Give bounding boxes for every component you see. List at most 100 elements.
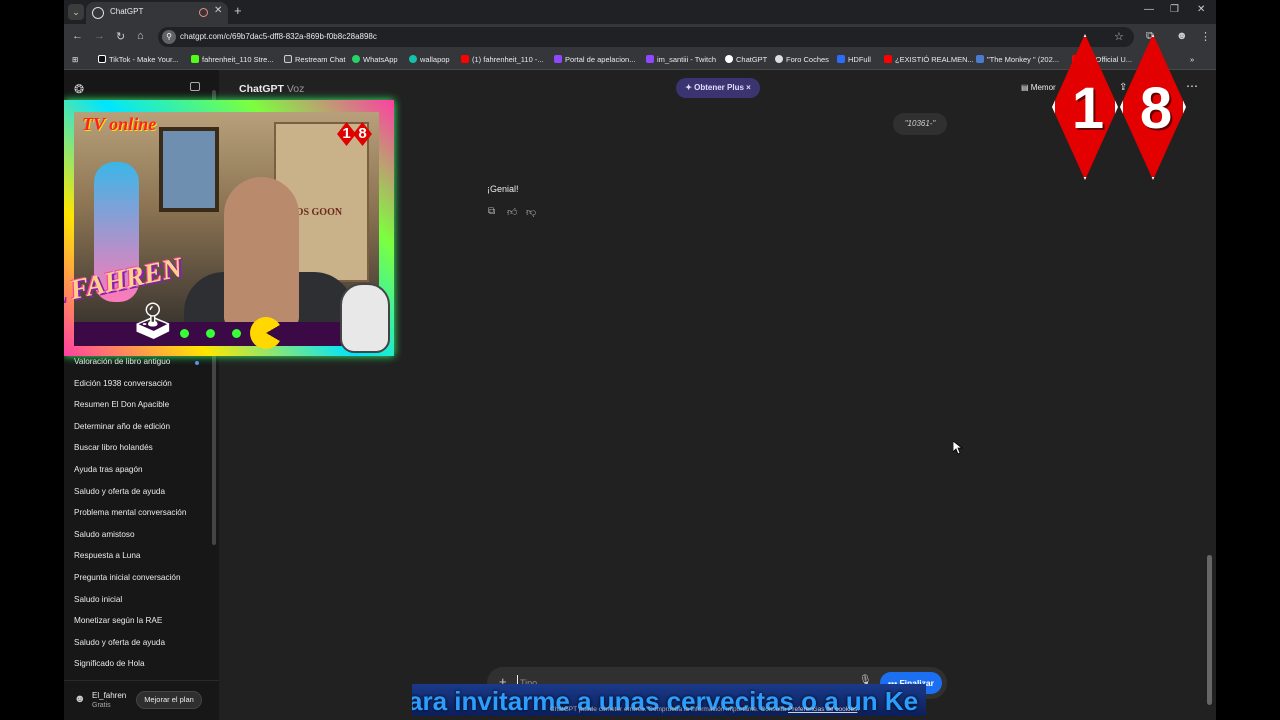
bookmark-favicon-icon <box>409 55 417 63</box>
thumbs-down-icon[interactable]: 👎︎ <box>526 206 536 218</box>
browser-window: ⌄ ChatGPT ✕ + — ❐ ✕ ← → ↻ ⌂ ⚲ chatgpt.co… <box>64 0 1216 720</box>
sidebar-history-item[interactable]: Edición 1938 conversación <box>74 379 172 388</box>
bookmark-favicon-icon <box>98 55 106 63</box>
sidebar-history-item[interactable]: Problema mental conversación <box>74 508 186 517</box>
thumbs-up-icon[interactable]: 👍︎ <box>507 206 517 218</box>
sidebar-history-item[interactable]: Buscar libro holandés <box>74 443 153 452</box>
model-mode: Voz <box>286 83 305 95</box>
bookmark-item[interactable]: im_santiii - Twitch <box>646 55 716 64</box>
recording-icon <box>199 8 208 17</box>
sidebar-history-item[interactable]: Resumen El Don Apacible <box>74 400 169 409</box>
sidebar-toggle-icon[interactable] <box>190 82 200 91</box>
bookmark-favicon-icon <box>284 55 292 63</box>
bookmark-item[interactable]: HDFull <box>837 55 871 64</box>
disclaimer-prefix: ChatGPT puede cometer errores. Comprueba… <box>550 706 788 713</box>
tab-title: ChatGPT <box>110 7 144 16</box>
bookmark-item[interactable]: Foro Coches <box>775 55 829 64</box>
sidebar-history-item[interactable]: Significado de Hola <box>74 659 145 668</box>
bookmark-item[interactable]: Portal de apelacion... <box>554 55 635 64</box>
window-close-icon[interactable]: ✕ <box>1197 4 1205 15</box>
bookmark-item[interactable]: (1) fahrenheit_110 -... <box>461 55 544 64</box>
minimize-icon[interactable]: — <box>1144 4 1154 15</box>
bookmark-favicon-icon <box>352 55 360 63</box>
bookmarks-bar: ⊞ TikTok - Make Your... fahrenheit_110 S… <box>64 50 1216 70</box>
bookmark-favicon-icon <box>646 55 654 63</box>
wall-painting <box>159 127 219 212</box>
webcam-overlay: LOS GOON TV online 18 EL FAHREN 🕹︎ <box>64 100 394 360</box>
url-text[interactable]: chatgpt.com/c/69b7dac5-dff8-832a-869b-f0… <box>180 32 377 41</box>
restore-icon[interactable]: ❐ <box>1170 4 1179 15</box>
main-scrollbar[interactable] <box>1207 555 1212 705</box>
sidebar-history-item[interactable]: Saludo amistoso <box>74 530 135 539</box>
more-bookmarks-icon[interactable]: » <box>1190 55 1194 64</box>
disclaimer-text: ChatGPT puede cometer errores. Comprueba… <box>550 706 859 713</box>
bookmark-favicon-icon <box>461 55 469 63</box>
user-message: "10361-" <box>893 113 947 135</box>
bookmark-item[interactable]: ¿EXISTIÓ REALMEN... <box>884 55 974 64</box>
home-icon[interactable]: ⌂ <box>137 30 144 42</box>
user-avatar-icon[interactable]: ☻ <box>74 693 86 705</box>
rating-digit: 8 <box>1139 76 1173 141</box>
tab-chatgpt[interactable]: ChatGPT ✕ <box>86 2 228 24</box>
active-chat-indicator <box>195 361 199 365</box>
site-info-icon[interactable]: ⚲ <box>162 30 176 44</box>
tv-online-logo: TV online <box>82 114 157 134</box>
sidebar-history-item[interactable]: Saludo inicial <box>74 595 122 604</box>
rating-diamond: 1 <box>1052 34 1118 180</box>
streamer <box>224 177 299 324</box>
bookmark-item[interactable]: Restream Chat <box>284 55 345 64</box>
chatgpt-favicon-icon <box>92 7 104 19</box>
bookmark-favicon-icon <box>976 55 984 63</box>
assistant-message: ¡Genial! <box>487 184 519 194</box>
bookmark-item[interactable]: ChatGPT <box>725 55 767 64</box>
mini-age-rating-badge: 18 <box>337 122 372 146</box>
tab-strip: ⌄ ChatGPT ✕ + — ❐ ✕ <box>64 0 1216 24</box>
bookmark-item[interactable]: WhatsApp <box>352 55 398 64</box>
upgrade-plan-button[interactable]: Mejorar el plan <box>136 691 202 709</box>
age-rating-badge: 1 8 <box>1052 34 1188 180</box>
user-plan: Gratis <box>92 702 111 709</box>
mini-rating-digit: 8 <box>353 122 372 146</box>
pac-dot <box>206 329 215 338</box>
rating-digit: 1 <box>1071 76 1105 141</box>
sidebar-history-item[interactable]: Saludo y oferta de ayuda <box>74 487 165 496</box>
pacman-bar <box>74 322 379 346</box>
new-tab-icon[interactable]: + <box>234 3 242 18</box>
astronaut-icon <box>340 283 390 353</box>
sidebar-history-item[interactable]: Monetizar según la RAE <box>74 616 162 625</box>
bookmark-item[interactable]: "The Monkey " (202... <box>976 55 1059 64</box>
bookmark-item[interactable]: wallapop <box>409 55 450 64</box>
bookmark-item[interactable]: TikTok - Make Your... <box>98 55 178 64</box>
sidebar-history-item[interactable]: Pregunta inicial conversación <box>74 573 181 582</box>
memory-icon: ▤ <box>1021 83 1029 92</box>
tab-search-icon[interactable]: ⌄ <box>68 4 84 20</box>
sidebar-history-item[interactable]: Determinar año de edición <box>74 422 170 431</box>
cursor-arrow-icon <box>952 440 964 455</box>
copy-icon[interactable]: ⧉ <box>488 206 495 217</box>
bookmark-item[interactable]: fahrenheit_110 Stre... <box>191 55 274 64</box>
user-account-area: ☻ El_fahren Gratis Mejorar el plan <box>64 680 219 720</box>
browser-toolbar: ← → ↻ ⌂ ⚲ chatgpt.com/c/69b7dac5-dff8-83… <box>64 24 1216 50</box>
bookmark-favicon-icon <box>775 55 783 63</box>
openai-logo-icon[interactable]: ❂ <box>74 82 84 96</box>
address-bar[interactable]: ⚲ chatgpt.com/c/69b7dac5-dff8-832a-869b-… <box>158 27 1134 47</box>
sidebar-history-item[interactable]: Ayuda tras apagón <box>74 465 143 474</box>
user-name[interactable]: El_fahren <box>92 691 126 700</box>
reload-icon[interactable]: ↻ <box>116 30 125 43</box>
joystick-icon: 🕹︎ <box>130 300 176 341</box>
forward-icon[interactable]: → <box>94 30 105 42</box>
sidebar-history-item[interactable]: Respuesta a Luna <box>74 551 140 560</box>
bookmark-favicon-icon <box>725 55 733 63</box>
sidebar-history-item[interactable]: Saludo y oferta de ayuda <box>74 638 165 647</box>
tab-close-icon[interactable]: ✕ <box>214 5 222 16</box>
memory-button[interactable]: ▤ Memor <box>1021 83 1056 92</box>
model-selector[interactable]: ChatGPT Voz <box>239 83 304 95</box>
apps-grid-icon[interactable]: ⊞ <box>72 55 78 64</box>
bookmark-favicon-icon <box>837 55 845 63</box>
get-plus-button[interactable]: ✦ Obtener Plus × <box>676 78 760 98</box>
pac-dot <box>232 329 241 338</box>
browser-menu-icon[interactable]: ⋮ <box>1200 30 1211 43</box>
cookie-preferences-link[interactable]: Preferencias de cookies <box>788 706 857 713</box>
pacman-icon <box>250 317 282 349</box>
back-icon[interactable]: ← <box>72 30 83 42</box>
